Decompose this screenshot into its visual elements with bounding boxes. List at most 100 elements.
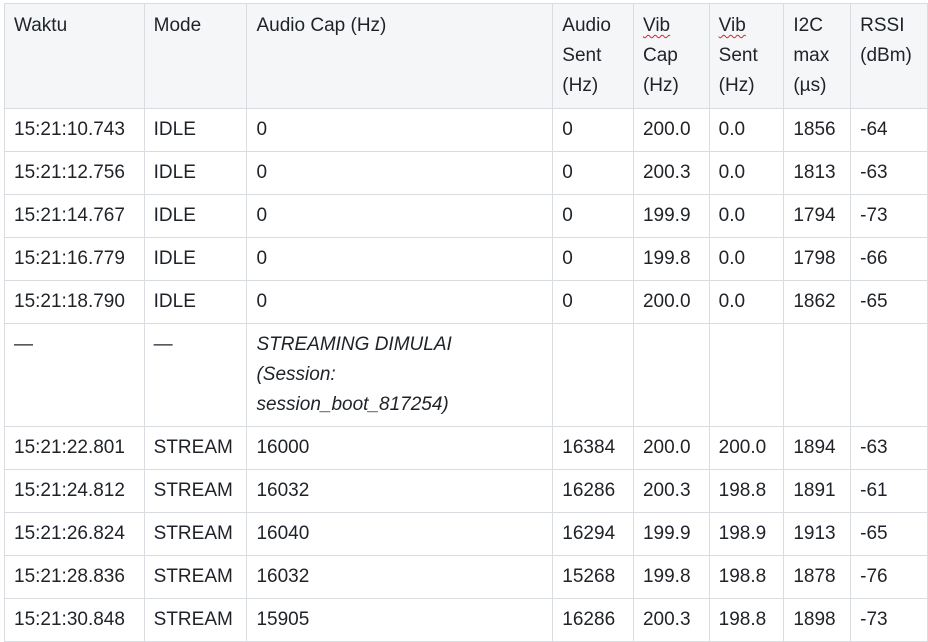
column-header-line: Vib (718, 15, 746, 36)
cell-waktu: 15:21:26.824 (4, 512, 145, 556)
cell-empty (552, 323, 634, 427)
cell-waktu: 15:21:18.790 (4, 280, 145, 324)
table-row: 15:21:22.801 STREAM 16000 16384 200.0 200.0 18… (4, 426, 928, 470)
cell-vib-sent: 0.0 (708, 151, 785, 195)
log-table-container: Waktu Mode Audio Cap (Hz) Audio Sent (Hz) Vib C… (4, 3, 928, 642)
header-row: Waktu Mode Audio Cap (Hz) Audio Sent (Hz) Vib C… (4, 3, 928, 109)
cell-i2c-max: 1862 (783, 280, 852, 324)
cell-waktu: — (4, 323, 145, 427)
cell-event-note: STREAMING DIMULAI (Session: session_boot_8… (246, 323, 554, 427)
column-header-line: Waktu (14, 15, 68, 36)
table-row: 15:21:26.824 STREAM 16040 16294 199.9 198.9 19… (4, 512, 928, 556)
cell-i2c-max: 1894 (783, 426, 852, 470)
table-body: 15:21:10.743 IDLE 0 0 200.0 0.0 1856 -64 15:21:1… (4, 108, 928, 642)
cell-audio-cap: 16032 (246, 469, 554, 513)
column-header-audio-sent: Audio Sent (Hz) (552, 3, 634, 109)
cell-i2c-max: 1878 (783, 555, 852, 599)
table-row: 15:21:10.743 IDLE 0 0 200.0 0.0 1856 -64 (4, 108, 928, 152)
cell-i2c-max: 1891 (783, 469, 852, 513)
cell-empty (783, 323, 852, 427)
table-row: 15:21:24.812 STREAM 16032 16286 200.3 198.8 18… (4, 469, 928, 513)
cell-audio-sent: 0 (552, 194, 634, 238)
cell-audio-sent: 16384 (552, 426, 634, 470)
cell-mode: IDLE (143, 108, 248, 152)
cell-audio-cap: 0 (246, 237, 554, 281)
column-header-line: Vib (642, 15, 671, 36)
column-header-mode: Mode (143, 3, 248, 109)
cell-vib-sent: 198.8 (708, 598, 785, 642)
table-row: 15:21:28.836 STREAM 16032 15268 199.8 198.8 18… (4, 555, 928, 599)
column-header-vib-cap: Vib Cap (Hz) (632, 3, 710, 109)
cell-rssi: -65 (850, 512, 928, 556)
cell-audio-sent: 16286 (552, 469, 634, 513)
cell-audio-sent: 0 (552, 151, 634, 195)
cell-rssi: -63 (850, 151, 928, 195)
column-header-rssi: RSSI (dBm) (850, 3, 928, 109)
cell-vib-cap: 199.9 (632, 194, 710, 238)
cell-vib-sent: 198.8 (708, 469, 785, 513)
cell-vib-cap: 199.8 (632, 555, 710, 599)
column-header-line: I2C (793, 15, 823, 36)
cell-waktu: 15:21:30.848 (4, 598, 145, 642)
cell-rssi: -64 (850, 108, 928, 152)
cell-vib-sent: 0.0 (708, 237, 785, 281)
cell-mode: IDLE (143, 151, 248, 195)
cell-audio-sent: 0 (552, 237, 634, 281)
cell-audio-cap: 16032 (246, 555, 554, 599)
cell-vib-cap: 199.9 (632, 512, 710, 556)
cell-vib-cap: 200.3 (632, 598, 710, 642)
cell-vib-sent: 198.8 (708, 555, 785, 599)
cell-audio-cap: 16000 (246, 426, 554, 470)
cell-audio-cap: 0 (246, 280, 554, 324)
cell-vib-sent: 0.0 (708, 108, 785, 152)
cell-empty (632, 323, 710, 427)
table-row: 15:21:16.779 IDLE 0 0 199.8 0.0 1798 -66 (4, 237, 928, 281)
cell-rssi: -73 (850, 598, 928, 642)
cell-audio-sent: 15268 (552, 555, 634, 599)
cell-rssi: -65 (850, 280, 928, 324)
cell-waktu: 15:21:24.812 (4, 469, 145, 513)
cell-audio-sent: 0 (552, 108, 634, 152)
log-table: Waktu Mode Audio Cap (Hz) Audio Sent (Hz) Vib C… (4, 3, 928, 642)
cell-waktu: 15:21:16.779 (4, 237, 145, 281)
cell-audio-sent: 0 (552, 280, 634, 324)
cell-vib-cap: 200.0 (632, 108, 710, 152)
cell-mode: IDLE (143, 194, 248, 238)
cell-rssi: -61 (850, 469, 928, 513)
cell-mode: STREAM (143, 555, 248, 599)
cell-mode: STREAM (143, 598, 248, 642)
cell-mode: IDLE (143, 237, 248, 281)
event-note-line: (Session: (256, 364, 336, 385)
table-row: 15:21:18.790 IDLE 0 0 200.0 0.0 1862 -65 (4, 280, 928, 324)
column-header-line: (Hz) (718, 75, 755, 96)
cell-waktu: 15:21:22.801 (4, 426, 145, 470)
cell-vib-cap: 199.8 (632, 237, 710, 281)
event-note-line: session_boot_817254) (256, 394, 449, 415)
cell-waktu: 15:21:12.756 (4, 151, 145, 195)
cell-audio-sent: 16286 (552, 598, 634, 642)
table-header: Waktu Mode Audio Cap (Hz) Audio Sent (Hz) Vib C… (4, 3, 928, 109)
column-header-vib-sent: Vib Sent (Hz) (708, 3, 785, 109)
cell-audio-cap: 16040 (246, 512, 554, 556)
column-header-line: Audio (562, 15, 611, 36)
cell-waktu: 15:21:28.836 (4, 555, 145, 599)
table-row: 15:21:30.848 STREAM 15905 16286 200.3 198.8 18… (4, 598, 928, 642)
cell-waktu: 15:21:14.767 (4, 194, 145, 238)
cell-vib-sent: 200.0 (708, 426, 785, 470)
column-header-line: max (793, 45, 830, 66)
column-header-line: Cap (642, 45, 678, 66)
cell-audio-cap: 0 (246, 108, 554, 152)
column-header-line: Sent (718, 45, 758, 66)
column-header-line: (dBm) (860, 45, 912, 66)
cell-vib-sent: 198.9 (708, 512, 785, 556)
column-header-audio-cap: Audio Cap (Hz) (246, 3, 554, 109)
cell-mode: — (143, 323, 248, 427)
column-header-line: RSSI (860, 15, 905, 36)
event-note-line: STREAMING DIMULAI (256, 334, 452, 355)
cell-mode: IDLE (143, 280, 248, 324)
cell-empty (850, 323, 928, 427)
cell-rssi: -76 (850, 555, 928, 599)
cell-i2c-max: 1794 (783, 194, 852, 238)
cell-rssi: -73 (850, 194, 928, 238)
cell-audio-cap: 0 (246, 151, 554, 195)
